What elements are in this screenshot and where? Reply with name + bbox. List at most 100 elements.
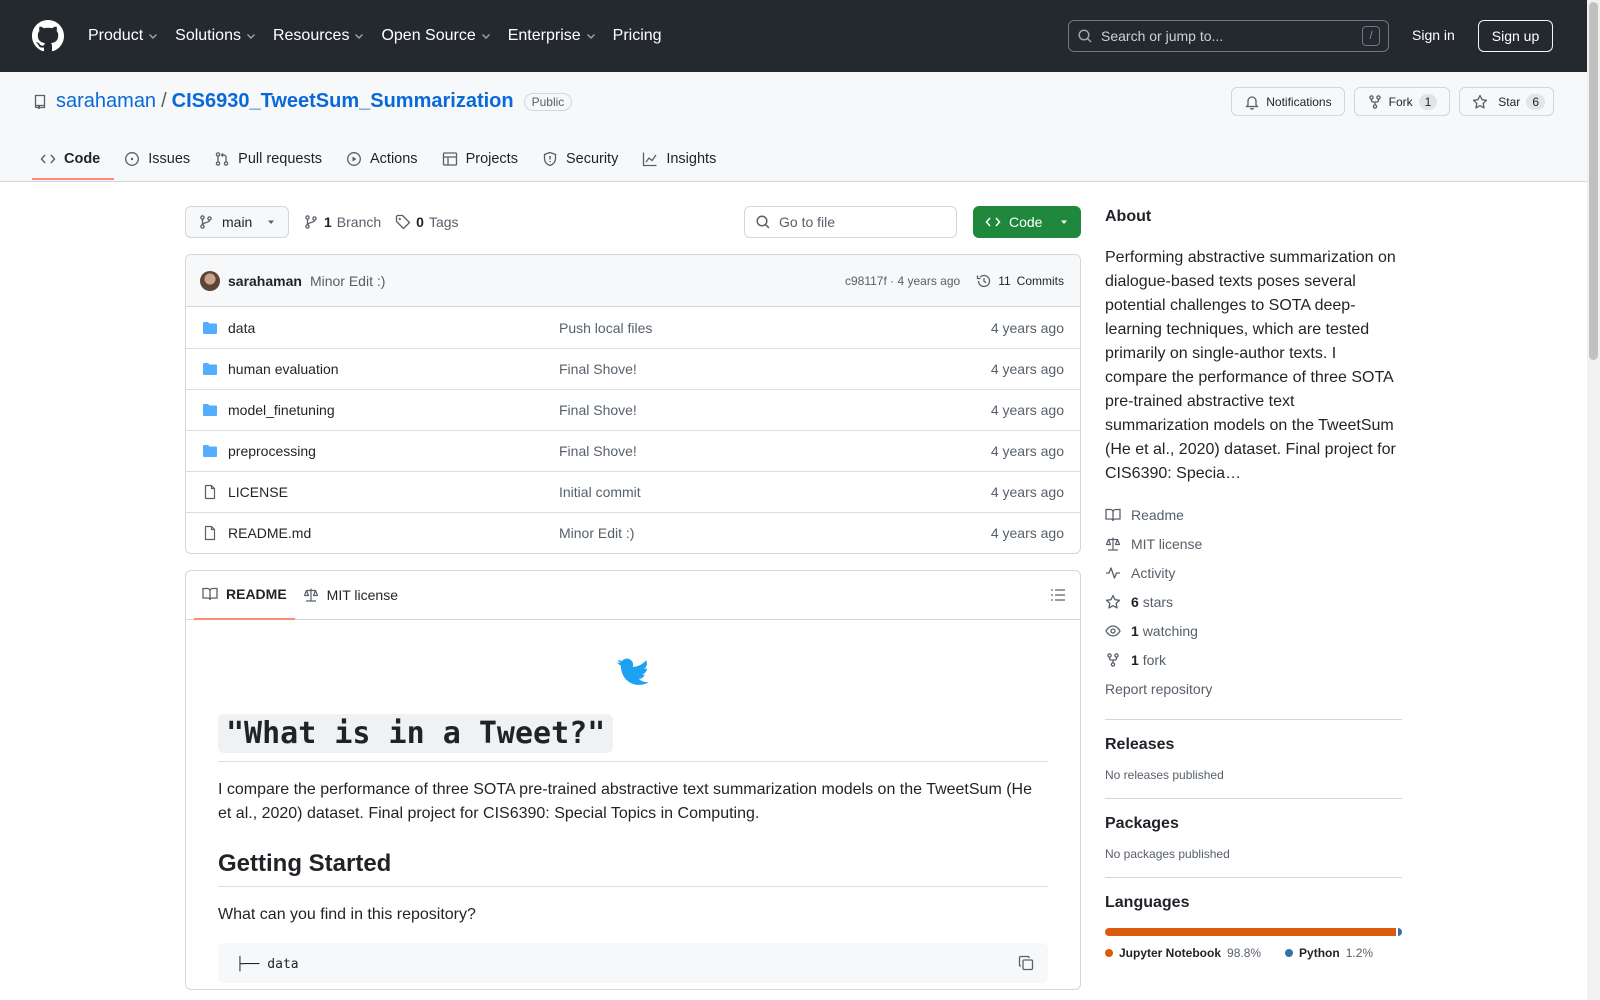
file-row-data[interactable]: data Push local files 4 years ago (186, 307, 1080, 348)
releases-title[interactable]: Releases (1105, 736, 1402, 754)
file-name[interactable]: human evaluation (228, 361, 559, 377)
tab-pull-requests[interactable]: Pull requests (206, 140, 336, 178)
branch-select[interactable]: main (185, 206, 289, 238)
star-button[interactable]: Star 6 (1459, 87, 1554, 116)
folder-icon (202, 361, 218, 377)
readme-tab[interactable]: README (194, 571, 295, 620)
file-name[interactable]: README.md (228, 525, 559, 541)
activity-link[interactable]: Activity (1105, 558, 1402, 587)
graph-icon (642, 151, 658, 167)
fork-button[interactable]: Fork 1 (1353, 87, 1451, 116)
tag-icon (395, 214, 411, 230)
stars-link[interactable]: 6 stars (1105, 587, 1402, 616)
caret-down-icon (1059, 217, 1069, 227)
pull-request-icon (214, 151, 230, 167)
commits-count: 11 (998, 273, 1011, 288)
language-bar-segment-jupyter (1105, 928, 1397, 936)
repo-tabs: Code Issues Pull requests Actions Projec… (32, 140, 732, 182)
tab-code[interactable]: Code (32, 140, 115, 180)
repo-owner-link[interactable]: sarahaman (56, 90, 156, 113)
nav-pricing[interactable]: Pricing (613, 27, 662, 45)
book-icon (1105, 507, 1121, 523)
tab-issues[interactable]: Issues (116, 140, 204, 178)
watching-link[interactable]: 1 watching (1105, 616, 1402, 645)
packages-title[interactable]: Packages (1105, 815, 1402, 833)
report-repository-link[interactable]: Report repository (1105, 674, 1402, 703)
tab-label: Issues (148, 151, 191, 167)
sidebar-divider (1105, 719, 1402, 720)
chevron-down-icon (480, 30, 492, 42)
license-link[interactable]: MIT license (1105, 529, 1402, 558)
readme-link[interactable]: Readme (1105, 500, 1402, 529)
language-color-dot (1105, 949, 1113, 957)
avatar[interactable] (200, 270, 220, 291)
nav-solutions[interactable]: Solutions (175, 27, 257, 45)
repo-header: sarahaman / CIS6930_TweetSum_Summarizati… (0, 72, 1587, 182)
language-item-python[interactable]: Python 1.2% (1285, 946, 1373, 960)
sign-up-button[interactable]: Sign up (1478, 20, 1553, 52)
file-commit-message[interactable]: Final Shove! (559, 402, 637, 418)
code-download-button[interactable]: Code (973, 206, 1081, 238)
repo-icon (32, 94, 48, 110)
commit-hash-age[interactable]: c98117f · 4 years ago (845, 274, 960, 288)
forks-link[interactable]: 1 fork (1105, 645, 1402, 674)
commits-history-link[interactable]: 11 Commits (976, 273, 1064, 289)
file-commit-message[interactable]: Minor Edit :) (559, 525, 634, 541)
tab-security[interactable]: Security (534, 140, 632, 178)
tags-link[interactable]: 0 Tags (395, 214, 459, 230)
file-commit-message[interactable]: Final Shove! (559, 361, 637, 377)
file-row-readme[interactable]: README.md Minor Edit :) 4 years ago (186, 512, 1080, 553)
tab-actions[interactable]: Actions (338, 140, 432, 178)
commit-author-link[interactable]: sarahaman (228, 273, 302, 289)
table-of-contents-icon[interactable] (1050, 587, 1066, 603)
file-list: data Push local files 4 years ago human … (186, 307, 1080, 553)
license-tab[interactable]: MIT license (295, 571, 406, 620)
nav-product[interactable]: Product (88, 27, 159, 45)
law-scale-icon (303, 587, 319, 603)
file-name[interactable]: LICENSE (228, 484, 559, 500)
language-item-jupyter[interactable]: Jupyter Notebook 98.8% (1105, 946, 1261, 960)
commit-message-link[interactable]: Minor Edit :) (310, 273, 385, 289)
bell-icon (1244, 94, 1260, 110)
copy-icon[interactable] (1018, 955, 1034, 971)
file-commit-message[interactable]: Final Shove! (559, 443, 637, 459)
file-row-model-finetuning[interactable]: model_finetuning Final Shove! 4 years ag… (186, 389, 1080, 430)
file-row-license[interactable]: LICENSE Initial commit 4 years ago (186, 471, 1080, 512)
tab-insights[interactable]: Insights (634, 140, 730, 178)
go-to-file-input[interactable]: Go to file (744, 206, 957, 238)
global-header: Product Solutions Resources Open Source … (0, 0, 1587, 72)
latest-commit-bar: sarahaman Minor Edit :) c98117f · 4 year… (186, 255, 1080, 307)
branches-link[interactable]: 1 Branch (303, 214, 381, 230)
nav-open-source[interactable]: Open Source (381, 27, 491, 45)
readme-heading-code: "What is in a Tweet?" (218, 714, 614, 753)
tab-projects[interactable]: Projects (434, 140, 532, 178)
file-commit-message[interactable]: Push local files (559, 320, 652, 336)
global-search-input[interactable]: Search or jump to... / (1068, 20, 1389, 52)
code-icon (40, 151, 56, 167)
language-legend: Jupyter Notebook 98.8% Python 1.2% (1105, 946, 1402, 960)
sign-in-link[interactable]: Sign in (1412, 27, 1455, 43)
repo-name-link[interactable]: CIS6930_TweetSum_Summarization (172, 90, 514, 113)
language-name: Python (1299, 946, 1340, 960)
file-name[interactable]: preprocessing (228, 443, 559, 459)
pulse-icon (1105, 565, 1121, 581)
file-row-human-evaluation[interactable]: human evaluation Final Shove! 4 years ag… (186, 348, 1080, 389)
star-icon (1105, 594, 1121, 610)
folder-icon (202, 320, 218, 336)
notifications-button[interactable]: Notifications (1231, 87, 1345, 116)
branch-name: main (222, 214, 253, 230)
page-scrollbar[interactable] (1587, 0, 1600, 1000)
file-name[interactable]: data (228, 320, 559, 336)
scrollbar-thumb[interactable] (1589, 2, 1598, 360)
nav-label: Pricing (612, 27, 662, 44)
nav-enterprise[interactable]: Enterprise (508, 27, 597, 45)
file-commit-message[interactable]: Initial commit (559, 484, 641, 500)
file-name[interactable]: model_finetuning (228, 402, 559, 418)
file-row-preprocessing[interactable]: preprocessing Final Shove! 4 years ago (186, 430, 1080, 471)
watching-count: 1 (1131, 622, 1139, 639)
nav-resources[interactable]: Resources (273, 27, 365, 45)
eye-icon (1105, 623, 1121, 639)
readme-intro: I compare the performance of three SOTA … (218, 781, 1032, 822)
github-logo-icon[interactable] (32, 20, 64, 52)
language-percent: 1.2% (1345, 946, 1374, 960)
